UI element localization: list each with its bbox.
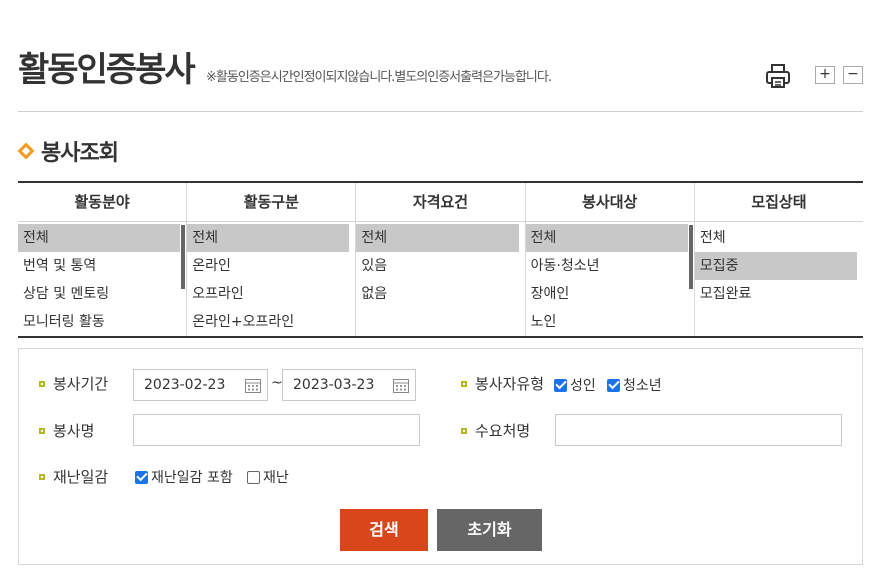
filter-option[interactable]: 전체 xyxy=(695,224,857,252)
filter-column-header: 자격요건 xyxy=(356,183,525,222)
checkbox-checked-icon[interactable] xyxy=(554,378,567,392)
filter-option[interactable]: 온라인+오프라인 xyxy=(187,308,349,336)
disaster-only-checkbox[interactable]: 재난 xyxy=(247,467,289,487)
type-adult-checkbox[interactable]: 성인 xyxy=(554,375,596,395)
filter-option[interactable]: 전체 xyxy=(525,224,688,252)
calendar-icon[interactable] xyxy=(393,378,409,393)
filter-column: 자격요건 전체 있음 없음 xyxy=(356,183,526,336)
volunteer-type-label-text: 봉사자유형 xyxy=(475,375,545,393)
page-title: 활동인증봉사 xyxy=(18,50,196,90)
reset-button[interactable]: 초기화 xyxy=(437,509,542,551)
calendar-icon[interactable] xyxy=(245,378,261,393)
type-adult-label: 성인 xyxy=(570,378,596,394)
disaster-label-text: 재난일감 xyxy=(53,468,109,486)
filter-option[interactable]: 상담 및 멘토링 xyxy=(18,280,180,308)
bullet-icon xyxy=(39,427,45,434)
demand-label: 수요처명 xyxy=(461,420,530,441)
volunteer-name-input[interactable] xyxy=(133,414,420,446)
volunteer-type-label: 봉사자유형 xyxy=(461,373,544,394)
filter-list: 전체 아동·청소년 장애인 노인 xyxy=(525,222,694,336)
filter-option[interactable]: 온라인 xyxy=(187,252,349,280)
filter-list: 전체 있음 없음 xyxy=(356,222,524,308)
period-label-text: 봉사기간 xyxy=(53,375,109,393)
filter-option[interactable]: 번역 및 통역 xyxy=(18,252,180,280)
filter-list: 전체 모집중 모집완료 xyxy=(694,222,863,308)
filter-option[interactable]: 노인 xyxy=(526,308,688,336)
filter-column-header: 활동구분 xyxy=(187,183,356,222)
filter-option[interactable]: 모집중 xyxy=(694,252,858,280)
bullet-icon xyxy=(39,380,45,387)
bullet-icon xyxy=(461,427,467,434)
section-header: 봉사조회 xyxy=(17,137,119,166)
checkbox-checked-icon[interactable] xyxy=(607,378,620,392)
filter-option[interactable]: 전체 xyxy=(356,224,519,252)
type-youth-label: 청소년 xyxy=(623,378,662,394)
disaster-only-label: 재난 xyxy=(263,470,289,486)
filter-column: 봉사대상 전체 아동·청소년 장애인 노인 xyxy=(525,183,695,336)
filter-list: 전체 온라인 오프라인 온라인+오프라인 xyxy=(187,222,355,336)
type-youth-checkbox[interactable]: 청소년 xyxy=(607,375,662,395)
filter-column-header: 봉사대상 xyxy=(525,183,694,222)
filter-option[interactable]: 아동·청소년 xyxy=(526,252,688,280)
filter-column: 활동분야 전체 번역 및 통역 상담 및 멘토링 모니터링 활동 xyxy=(18,183,188,336)
demand-name-input[interactable] xyxy=(555,414,842,446)
filter-option[interactable]: 전체 xyxy=(187,224,350,252)
filter-table: 활동분야 전체 번역 및 통역 상담 및 멘토링 모니터링 활동 활동구분 전체 온라인 오프라… xyxy=(18,181,864,338)
disaster-include-label: 재난일감 포함 xyxy=(151,470,233,486)
date-from-value: 2023-02-23 xyxy=(144,377,226,393)
filter-column: 모집상태 전체 모집중 모집완료 xyxy=(694,183,864,336)
name-label: 봉사명 xyxy=(39,420,94,441)
name-label-text: 봉사명 xyxy=(53,422,95,440)
filter-option[interactable]: 전체 xyxy=(18,224,181,252)
scrollbar-thumb[interactable] xyxy=(181,225,186,289)
search-button[interactable]: 검색 xyxy=(340,509,428,551)
demand-label-text: 수요처명 xyxy=(475,422,531,440)
bullet-icon xyxy=(39,473,45,480)
diamond-bullet-icon xyxy=(17,142,35,160)
zoom-in-button[interactable]: + xyxy=(815,66,835,84)
date-to-value: 2023-03-23 xyxy=(293,377,375,393)
title-row: 활동인증봉사 ※활동인증은시간인정이되지않습니다.별도의인증서출력은가능합니다.… xyxy=(18,48,863,112)
date-from-input[interactable]: 2023-02-23 xyxy=(133,369,268,401)
filter-option[interactable]: 오프라인 xyxy=(187,280,349,308)
section-title: 봉사조회 xyxy=(41,141,119,166)
disaster-label: 재난일감 xyxy=(39,466,108,487)
disaster-include-checkbox[interactable]: 재난일감 포함 xyxy=(135,467,233,487)
search-form: 봉사기간 2023-02-23 ~ 2023-03-23 봉사자유형 성인 청소… xyxy=(18,348,863,565)
filter-column: 활동구분 전체 온라인 오프라인 온라인+오프라인 xyxy=(187,183,357,336)
filter-option[interactable]: 모니터링 활동 xyxy=(18,308,180,336)
print-icon[interactable] xyxy=(764,62,792,90)
filter-option[interactable]: 모집완료 xyxy=(695,280,857,308)
date-separator: ~ xyxy=(271,375,283,391)
checkbox-checked-icon[interactable] xyxy=(135,470,148,484)
period-label: 봉사기간 xyxy=(39,373,108,394)
zoom-out-button[interactable]: − xyxy=(843,66,863,84)
bullet-icon xyxy=(461,380,467,387)
filter-list: 전체 번역 및 통역 상담 및 멘토링 모니터링 활동 xyxy=(18,222,186,336)
filter-option[interactable]: 없음 xyxy=(356,280,518,308)
scrollbar-thumb[interactable] xyxy=(688,225,693,289)
filter-option[interactable]: 있음 xyxy=(356,252,518,280)
date-to-input[interactable]: 2023-03-23 xyxy=(282,369,416,401)
checkbox-unchecked-icon[interactable] xyxy=(247,470,260,484)
filter-option[interactable]: 장애인 xyxy=(526,280,688,308)
filter-column-header: 모집상태 xyxy=(694,183,864,222)
filter-column-header: 활동분야 xyxy=(18,183,187,222)
page-note: ※활동인증은시간인정이되지않습니다.별도의인증서출력은가능합니다. xyxy=(206,70,552,85)
